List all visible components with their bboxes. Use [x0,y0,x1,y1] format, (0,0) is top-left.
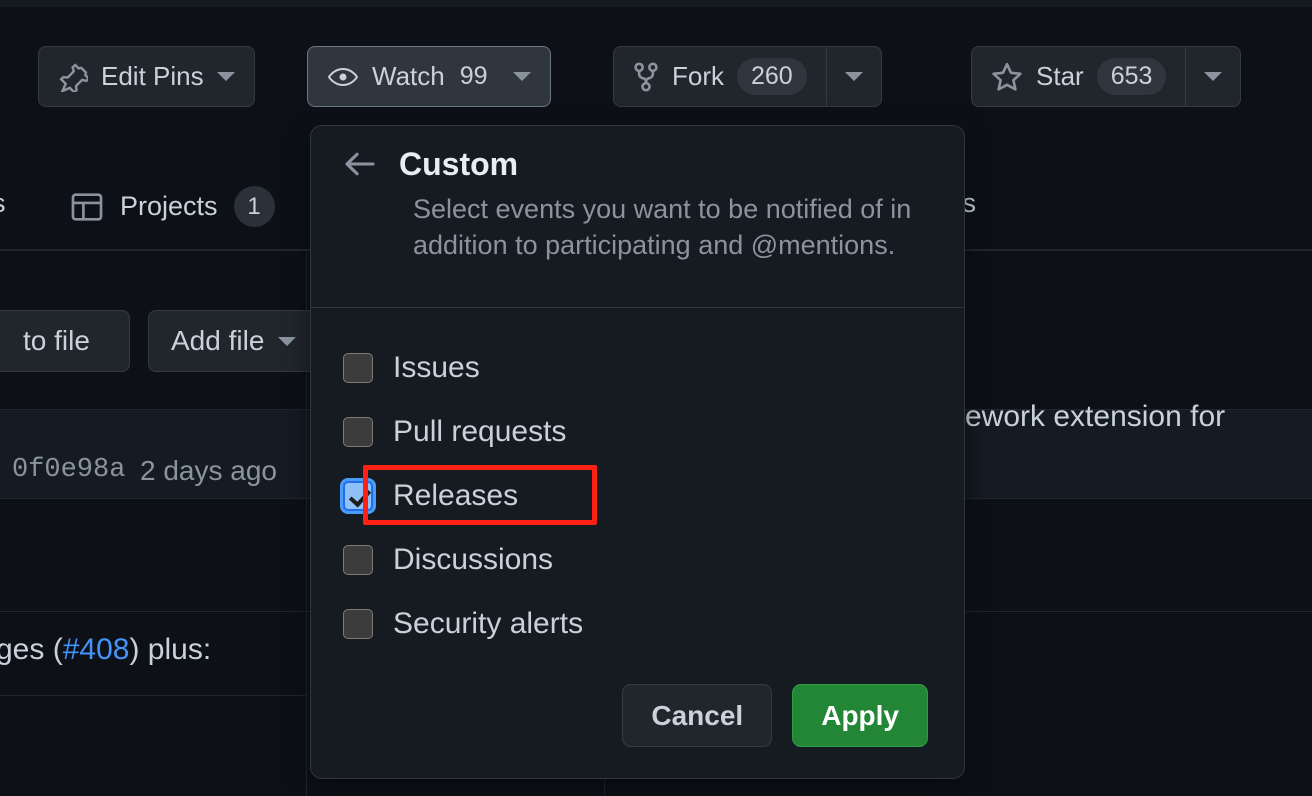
repo-description-fragment: ework extension for [965,400,1225,434]
star-button[interactable]: Star 653 [971,46,1185,107]
content-column-divider-bottom [604,779,605,796]
repo-actions-toolbar: Edit Pins Watch 99 [0,46,1312,108]
arrow-left-icon[interactable] [343,151,377,177]
tab-projects-label: Projects [120,191,218,222]
option-pull-requests-label: Pull requests [393,415,566,449]
fork-count: 260 [737,58,807,95]
option-discussions[interactable]: Discussions [311,528,964,592]
panel-title-row: Custom [343,148,932,180]
readme-text-line: ges (#408) plus: [0,633,211,667]
panel-header: Custom Select events you want to be noti… [311,126,964,308]
table-icon [70,190,104,224]
checkbox-pull-requests[interactable] [343,417,373,447]
option-security-alerts[interactable]: Security alerts [311,592,964,656]
watch-button-group[interactable]: Watch 99 [307,46,551,107]
fork-button-group[interactable]: Fork 260 [613,46,882,107]
issue-link[interactable]: #408 [63,633,130,666]
commit-sha[interactable]: 0f0e98a [12,455,125,485]
star-icon [991,61,1023,93]
commit-timestamp: 2 days ago [140,455,277,487]
nav-partial-left-label: s [0,188,6,219]
fork-icon [633,62,659,92]
watch-custom-dropdown-panel: Custom Select events you want to be noti… [310,125,965,779]
option-releases[interactable]: Releases [311,464,964,528]
star-dropdown-button[interactable] [1185,46,1241,107]
watch-button[interactable]: Watch 99 [307,46,551,107]
readme-before-link: ges ( [0,633,63,666]
edit-pins-button-group[interactable]: Edit Pins [38,46,255,107]
chevron-down-icon[interactable] [513,72,531,81]
star-count: 653 [1097,58,1167,95]
checkbox-releases[interactable] [343,481,373,511]
eye-icon [327,65,359,89]
tab-projects[interactable]: Projects 1 [70,186,275,227]
chevron-down-icon[interactable] [217,72,235,81]
go-to-file-button[interactable]: to file [0,310,130,372]
sidebar-item-partial-left[interactable]: s [0,188,6,219]
checkbox-security-alerts[interactable] [343,609,373,639]
fork-button[interactable]: Fork 260 [613,46,826,107]
apply-button[interactable]: Apply [792,684,928,747]
panel-description: Select events you want to be notified of… [413,191,932,263]
panel-title: Custom [399,148,518,180]
fork-dropdown-button[interactable] [826,46,882,107]
chevron-down-icon[interactable] [278,337,296,346]
panel-footer: Cancel Apply [622,684,928,747]
pin-icon [58,62,88,92]
watch-label: Watch [372,61,445,92]
star-label: Star [1036,61,1084,92]
star-button-group[interactable]: Star 653 [971,46,1241,107]
cancel-button[interactable]: Cancel [622,684,772,747]
option-pull-requests[interactable]: Pull requests [311,400,964,464]
content-column-divider-left [306,250,307,796]
option-discussions-label: Discussions [393,543,553,577]
checkbox-issues[interactable] [343,353,373,383]
go-to-file-label: to file [23,325,90,357]
add-file-label: Add file [171,325,264,357]
tab-projects-badge: 1 [234,186,275,227]
edit-pins-button[interactable]: Edit Pins [38,46,255,107]
notification-options-list: Issues Pull requests Releases Discussion… [311,308,964,656]
option-issues[interactable]: Issues [311,336,964,400]
page-top-strip [0,0,1312,7]
edit-pins-label: Edit Pins [101,61,204,92]
checkbox-discussions[interactable] [343,545,373,575]
chevron-down-icon[interactable] [1204,72,1222,81]
option-security-alerts-label: Security alerts [393,607,583,641]
readme-after-link: ) plus: [129,633,211,666]
option-releases-label: Releases [393,479,518,513]
content-bottom-divider [0,695,306,696]
option-issues-label: Issues [393,351,480,385]
chevron-down-icon[interactable] [845,72,863,81]
fork-label: Fork [672,61,724,92]
watch-count: 99 [458,58,490,95]
